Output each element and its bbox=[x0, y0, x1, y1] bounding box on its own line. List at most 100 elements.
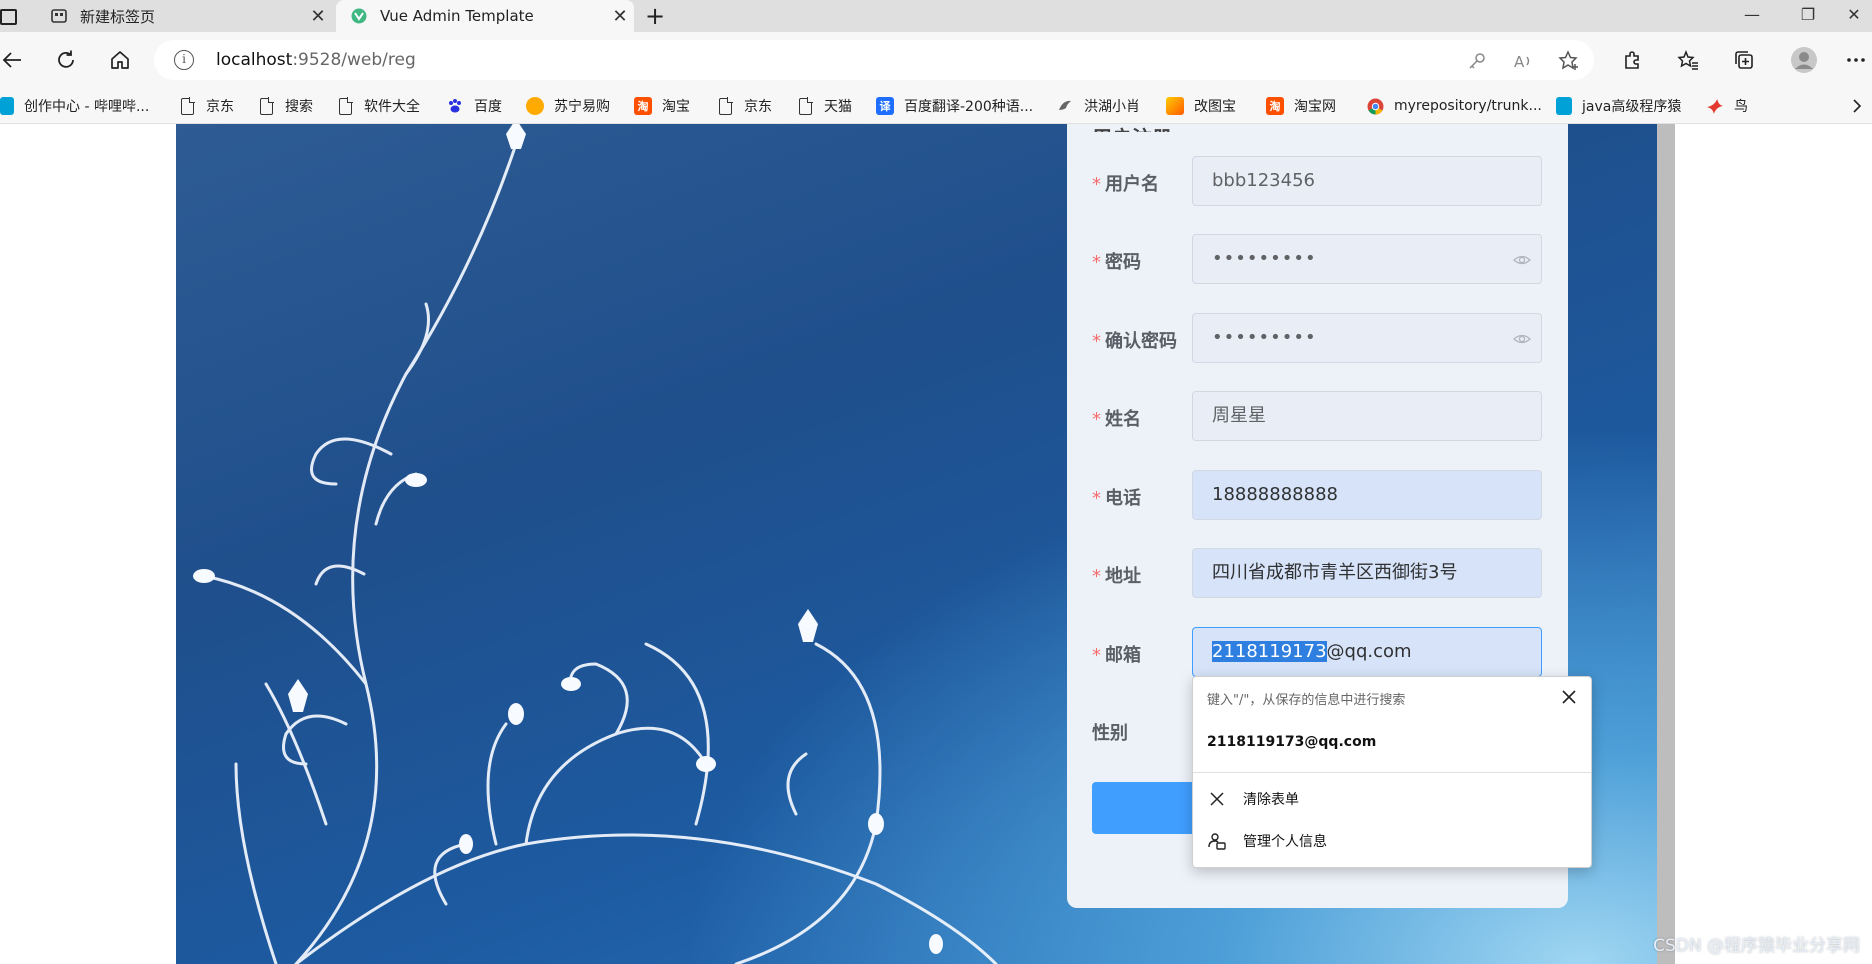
email-input[interactable]: 2118119173@qq.com bbox=[1192, 627, 1542, 677]
minimize-button[interactable]: — bbox=[1724, 0, 1780, 32]
autofill-popup: 键入"/"，从保存的信息中进行搜索 2118119173@qq.com 清除表单… bbox=[1192, 676, 1592, 868]
clear-form-button[interactable]: 清除表单 bbox=[1207, 787, 1299, 811]
tab-title: Vue Admin Template bbox=[380, 7, 534, 25]
address-url[interactable]: localhost:9528/web/reg bbox=[216, 50, 416, 70]
page-icon bbox=[716, 96, 734, 115]
required-mark: * bbox=[1092, 645, 1101, 666]
bookmark-label: 苏宁易购 bbox=[554, 99, 610, 115]
bookmark-label: 京东 bbox=[206, 99, 234, 115]
eye-icon[interactable] bbox=[1513, 330, 1531, 348]
bookmark-item[interactable]: 天猫 bbox=[796, 94, 852, 118]
email-row: * 邮箱 2118119173@qq.com bbox=[1092, 627, 1542, 679]
password-row: * 密码 ••••••••• bbox=[1092, 234, 1542, 286]
bookmark-item[interactable]: 百度 bbox=[446, 94, 502, 118]
manage-info-button[interactable]: 管理个人信息 bbox=[1207, 829, 1327, 853]
name-label: * 姓名 bbox=[1092, 405, 1141, 431]
email-rest-text: @qq.com bbox=[1326, 641, 1412, 662]
favorites-icon bbox=[1677, 49, 1698, 70]
key-icon[interactable] bbox=[1464, 48, 1490, 74]
username-input[interactable]: bbb123456 bbox=[1192, 156, 1542, 206]
vue-logo-icon bbox=[350, 7, 368, 25]
scrollbar-track[interactable] bbox=[1657, 124, 1675, 964]
phone-input[interactable]: 18888888888 bbox=[1192, 470, 1542, 520]
bookmark-item[interactable]: 创作中心 - 哔哩哔... bbox=[0, 94, 149, 118]
confirm-password-input[interactable]: ••••••••• bbox=[1192, 313, 1542, 363]
collections-button[interactable] bbox=[1728, 44, 1760, 76]
address-label: * 地址 bbox=[1092, 562, 1141, 588]
bookmark-item[interactable]: 京东 bbox=[716, 94, 772, 118]
svg-text:A: A bbox=[1514, 53, 1525, 70]
reload-button[interactable] bbox=[50, 44, 82, 76]
person-card-icon bbox=[1207, 831, 1227, 851]
extensions-button[interactable] bbox=[1616, 44, 1648, 76]
tab-vue-admin[interactable]: Vue Admin Template ✕ bbox=[336, 0, 634, 32]
autofill-close-button[interactable] bbox=[1559, 687, 1579, 707]
autofill-suggestion[interactable]: 2118119173@qq.com bbox=[1207, 734, 1376, 750]
bookmark-item[interactable]: 苏宁易购 bbox=[526, 94, 610, 118]
site-info-icon[interactable]: i bbox=[174, 50, 194, 70]
close-window-button[interactable]: ✕ bbox=[1836, 0, 1872, 32]
page-icon bbox=[178, 96, 196, 115]
tab-new-tab[interactable]: 新建标签页 ✕ bbox=[36, 0, 332, 32]
browser-toolbar: i localhost:9528/web/reg A bbox=[0, 32, 1872, 88]
bookmark-item[interactable]: 译百度翻译-200种语... bbox=[876, 94, 1033, 118]
tab-actions-icon[interactable] bbox=[0, 6, 22, 26]
autofill-hint: 键入"/"，从保存的信息中进行搜索 bbox=[1207, 693, 1406, 708]
bookmark-item[interactable]: 洪湖小肖 bbox=[1056, 94, 1140, 118]
label-text: 确认密码 bbox=[1105, 331, 1177, 352]
more-menu-button[interactable] bbox=[1840, 44, 1872, 76]
bookmark-label: 搜索 bbox=[285, 99, 313, 115]
manage-info-label: 管理个人信息 bbox=[1243, 834, 1327, 850]
tab-close-icon[interactable]: ✕ bbox=[606, 6, 634, 27]
bookmark-label: myrepository/trunk... bbox=[1394, 98, 1542, 114]
bookmarks-overflow-button[interactable] bbox=[1850, 94, 1864, 118]
new-tab-button[interactable]: + bbox=[640, 2, 670, 30]
back-button[interactable] bbox=[0, 44, 28, 76]
address-bar[interactable]: i localhost:9528/web/reg A bbox=[154, 40, 1594, 80]
bookmark-item[interactable]: myrepository/trunk... bbox=[1366, 94, 1542, 118]
required-mark: * bbox=[1092, 331, 1101, 352]
address-input[interactable]: 四川省成都市青羊区西御街3号 bbox=[1192, 548, 1542, 598]
password-input[interactable]: ••••••••• bbox=[1192, 234, 1542, 284]
bookmark-item[interactable]: 软件大全 bbox=[336, 94, 420, 118]
name-input[interactable]: 周星星 bbox=[1192, 391, 1542, 441]
bookmark-label: 洪湖小肖 bbox=[1084, 99, 1140, 115]
bookmark-item[interactable]: 改图宝 bbox=[1166, 94, 1236, 118]
close-icon bbox=[1207, 789, 1227, 809]
puzzle-icon bbox=[1625, 51, 1639, 69]
collections-icon bbox=[1735, 51, 1753, 69]
password-label: * 密码 bbox=[1092, 248, 1141, 274]
restore-button[interactable]: ❐ bbox=[1780, 0, 1836, 32]
required-mark: * bbox=[1092, 488, 1101, 509]
add-favorite-icon[interactable] bbox=[1556, 48, 1582, 74]
bookmark-item[interactable]: java高级程序猿 bbox=[1556, 94, 1681, 118]
bookmark-item[interactable]: 淘淘宝网 bbox=[1266, 94, 1336, 118]
bookmark-label: 改图宝 bbox=[1194, 99, 1236, 115]
bookmark-label: 百度翻译-200种语... bbox=[904, 99, 1034, 115]
new-tab-page-icon bbox=[50, 7, 68, 25]
reload-icon bbox=[58, 50, 74, 68]
bird-icon bbox=[1056, 97, 1074, 115]
page-icon bbox=[336, 96, 354, 115]
confirm-password-row: * 确认密码 ••••••••• bbox=[1092, 313, 1542, 365]
bookmark-item[interactable]: 京东 bbox=[178, 94, 234, 118]
bookmark-label: 天猫 bbox=[824, 99, 852, 115]
bookmark-item[interactable]: 搜索 bbox=[257, 94, 313, 118]
eye-icon[interactable] bbox=[1513, 251, 1531, 269]
profile-button[interactable] bbox=[1788, 44, 1820, 76]
label-text: 地址 bbox=[1105, 566, 1141, 587]
bookmark-label: java高级程序猿 bbox=[1582, 99, 1682, 115]
required-mark: * bbox=[1092, 566, 1101, 587]
username-row: * 用户名 bbb123456 bbox=[1092, 156, 1542, 208]
password-value: ••••••••• bbox=[1212, 327, 1317, 348]
bookmark-item[interactable]: 鸟 bbox=[1706, 94, 1748, 118]
favorites-button[interactable] bbox=[1672, 44, 1704, 76]
label-text: 密码 bbox=[1105, 252, 1141, 273]
clear-form-label: 清除表单 bbox=[1243, 792, 1299, 808]
bookmark-item[interactable]: 淘淘宝 bbox=[634, 94, 690, 118]
bookmark-label: 百度 bbox=[474, 99, 502, 115]
read-aloud-icon[interactable]: A bbox=[1510, 48, 1536, 74]
tab-close-icon[interactable]: ✕ bbox=[304, 6, 332, 27]
home-button[interactable] bbox=[104, 44, 136, 76]
page-icon bbox=[796, 96, 814, 115]
